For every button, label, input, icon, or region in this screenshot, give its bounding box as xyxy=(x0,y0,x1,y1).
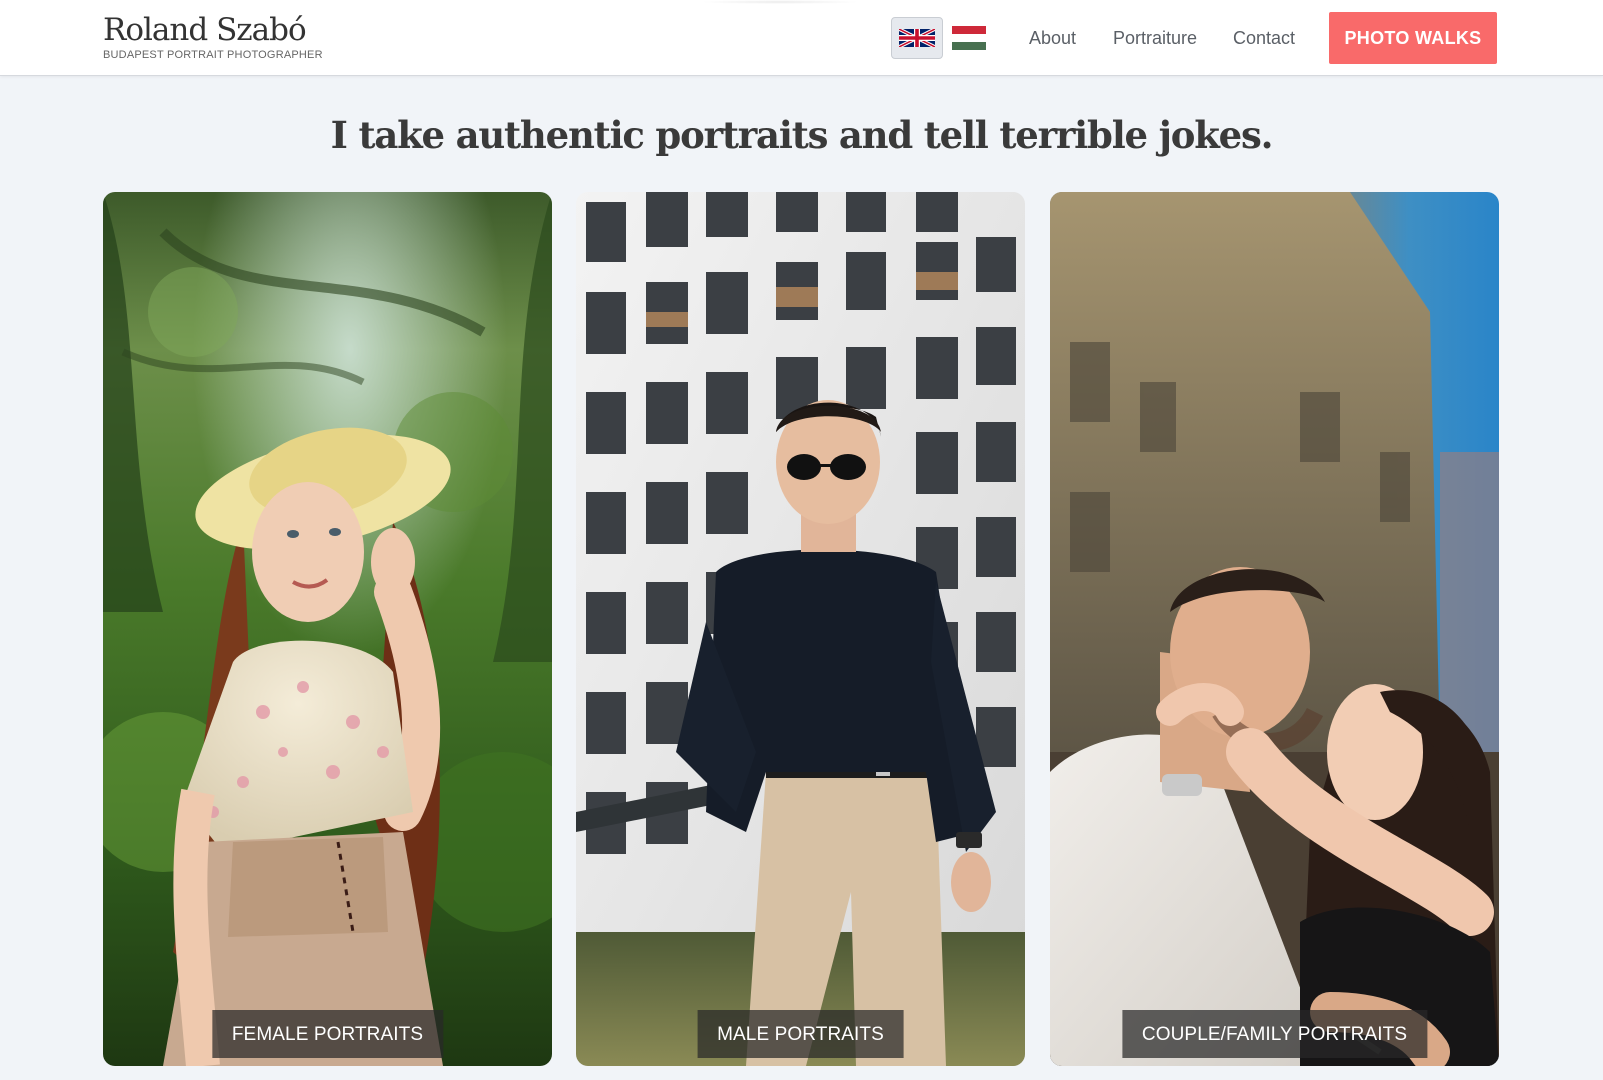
brand-tagline: BUDAPEST PORTRAIT PHOTOGRAPHER xyxy=(103,49,323,61)
couple-family-portraits-label: COUPLE/FAMILY PORTRAITS xyxy=(1121,1010,1428,1058)
uk-flag-icon xyxy=(899,29,935,47)
photo-walks-button[interactable]: PHOTO WALKS xyxy=(1329,12,1497,64)
male-portrait-photo xyxy=(576,192,1025,1066)
site-header: Roland Szabó BUDAPEST PORTRAIT PHOTOGRAP… xyxy=(0,0,1603,76)
brand-name: Roland Szabó xyxy=(103,12,307,48)
couple-family-portraits-card[interactable]: COUPLE/FAMILY PORTRAITS xyxy=(1050,192,1499,1066)
male-portraits-card[interactable]: MALE PORTRAITS xyxy=(576,192,1025,1066)
nav-contact-link[interactable]: Contact xyxy=(1233,27,1295,49)
nav-portraiture-link[interactable]: Portraiture xyxy=(1113,27,1197,49)
male-portraits-label: MALE PORTRAITS xyxy=(697,1010,904,1058)
scroll-shadow xyxy=(700,0,860,4)
language-hungarian-button[interactable] xyxy=(951,17,986,59)
female-portrait-photo xyxy=(103,192,552,1066)
brand-logo-link[interactable]: Roland Szabó BUDAPEST PORTRAIT PHOTOGRAP… xyxy=(103,11,323,61)
nav-about-link[interactable]: About xyxy=(1029,27,1076,49)
couple-portrait-photo xyxy=(1050,192,1499,1066)
female-portraits-card[interactable]: FEMALE PORTRAITS xyxy=(103,192,552,1066)
hungary-flag-icon xyxy=(951,26,986,50)
language-english-button[interactable] xyxy=(891,17,943,59)
page-headline: I take authentic portraits and tell terr… xyxy=(330,113,1274,157)
female-portraits-label: FEMALE PORTRAITS xyxy=(211,1010,444,1058)
